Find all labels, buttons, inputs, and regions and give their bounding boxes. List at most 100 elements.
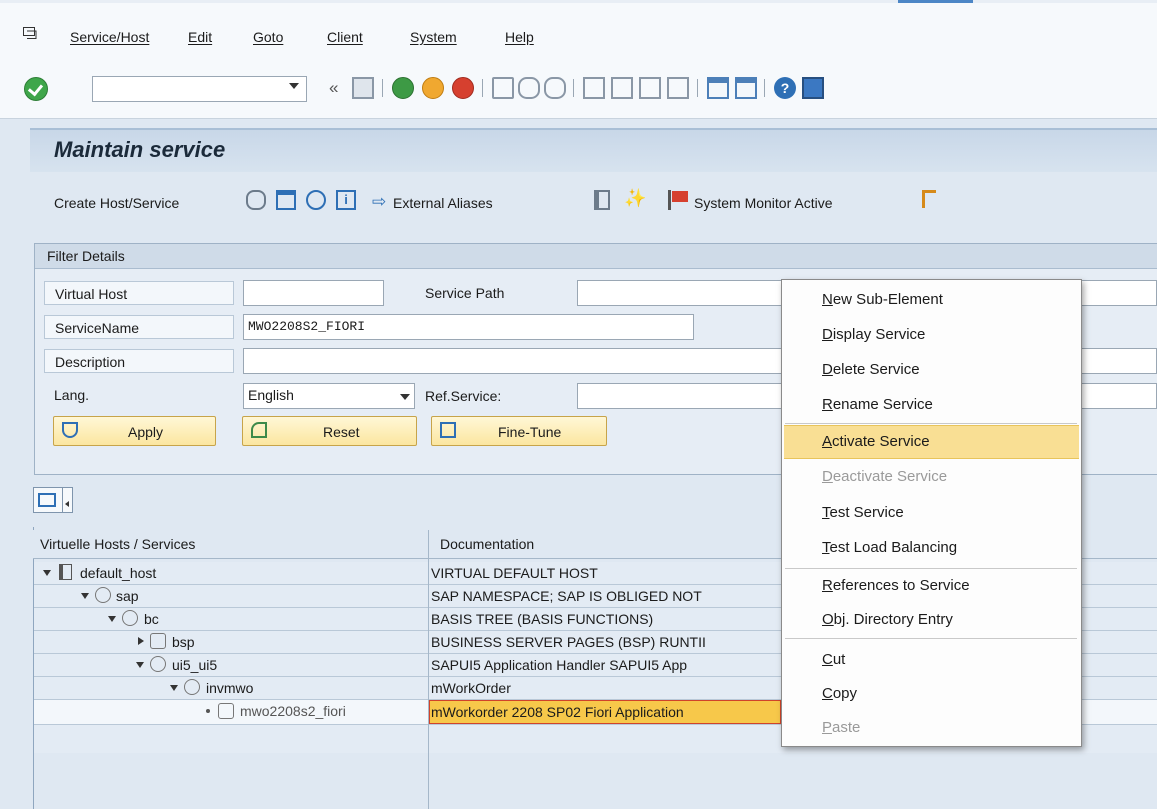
chevron-down-icon[interactable] xyxy=(65,501,69,507)
fine-tune-icon xyxy=(440,422,456,438)
virtual-host-label: Virtual Host xyxy=(44,281,234,305)
red-flag-icon[interactable] xyxy=(672,191,688,202)
tree-node-label: default_host xyxy=(80,565,157,581)
refresh-icon[interactable] xyxy=(306,190,326,210)
filter-details-title: Filter Details xyxy=(47,248,125,264)
tree-node-label: bsp xyxy=(172,634,195,650)
cancel-icon[interactable] xyxy=(452,77,474,99)
menu-service-host[interactable]: Service/Host xyxy=(70,29,149,45)
tree-doc-cell: mWorkorder 2208 SP02 Fiori Application xyxy=(431,704,684,720)
apply-button[interactable]: Apply xyxy=(53,416,216,446)
service-icon xyxy=(95,587,111,603)
page-title: Maintain service xyxy=(54,137,226,162)
external-aliases-button[interactable]: External Aliases xyxy=(393,195,493,211)
menu-item-test-load-balancing[interactable]: Test Load Balancing xyxy=(822,539,957,556)
leaf-bullet xyxy=(206,709,210,713)
menu-item-delete-service[interactable]: Delete Service xyxy=(822,361,920,378)
tree-node-label: mwo2208s2_fiori xyxy=(240,703,346,719)
service-path-label: Service Path xyxy=(425,285,505,301)
save-icon[interactable] xyxy=(352,77,374,99)
check-icon[interactable] xyxy=(24,77,48,101)
menu-item-references-to-service[interactable]: References to Service xyxy=(822,577,970,594)
customize-layout-icon[interactable] xyxy=(802,77,824,99)
tree-node-label: invmwo xyxy=(206,680,254,696)
collapse-icon[interactable]: « xyxy=(329,78,338,98)
menu-item-deactivate-service: Deactivate Service xyxy=(822,468,948,485)
menu-item-obj-directory-entry[interactable]: Obj. Directory Entry xyxy=(822,611,953,628)
fine-tune-button-label: Fine-Tune xyxy=(498,424,562,440)
expand-icon[interactable] xyxy=(81,593,89,599)
chevron-right-icon[interactable] xyxy=(138,637,144,645)
arrow-right-icon[interactable]: ⇨ xyxy=(372,192,386,212)
exit-icon[interactable] xyxy=(422,77,444,99)
menu-item-display-service[interactable]: Display Service xyxy=(822,326,925,343)
create-host-service-button[interactable]: Create Host/Service xyxy=(54,195,179,211)
language-select[interactable]: English xyxy=(243,383,415,409)
fine-tune-button[interactable]: Fine-Tune xyxy=(431,416,607,446)
expand-icon[interactable] xyxy=(136,662,144,668)
tree-doc-cell: VIRTUAL DEFAULT HOST xyxy=(431,565,598,581)
toolbar-separator xyxy=(697,79,698,97)
next-page-icon[interactable] xyxy=(639,77,661,99)
print-list-button[interactable] xyxy=(33,487,73,513)
menu-item-rename-service[interactable]: Rename Service xyxy=(822,396,933,413)
back-icon[interactable] xyxy=(392,77,414,99)
help-icon[interactable]: ? xyxy=(774,77,796,99)
shortcut-icon[interactable] xyxy=(735,77,757,99)
menu-item-test-service[interactable]: Test Service xyxy=(822,504,904,521)
filter-icon xyxy=(62,422,78,438)
ref-service-label: Ref.Service: xyxy=(425,388,502,404)
service-name-input[interactable]: MWO2208S2_FIORI xyxy=(243,314,694,340)
service-icon xyxy=(150,633,166,649)
system-menu-icon[interactable] xyxy=(23,27,37,39)
menu-item-new-sub-element[interactable]: New Sub-Element xyxy=(822,291,943,308)
service-icon xyxy=(218,703,234,719)
create-session-icon[interactable] xyxy=(707,77,729,99)
reset-button-label: Reset xyxy=(323,424,360,440)
tree-node-label: bc xyxy=(144,611,159,627)
service-icon xyxy=(184,679,200,695)
expand-icon[interactable] xyxy=(108,616,116,622)
previous-page-icon[interactable] xyxy=(611,77,633,99)
menu-bar xyxy=(0,0,1157,69)
menu-separator xyxy=(785,423,1077,424)
language-label: Lang. xyxy=(54,387,90,403)
chevron-down-icon[interactable] xyxy=(289,83,299,89)
expand-icon[interactable] xyxy=(43,570,51,576)
toolbar-separator xyxy=(482,79,483,97)
info-icon[interactable]: i xyxy=(336,190,356,210)
last-page-icon[interactable] xyxy=(667,77,689,99)
host-icon xyxy=(59,564,72,580)
menu-system[interactable]: System xyxy=(410,29,457,45)
magic-wand-icon[interactable]: ✨ xyxy=(624,188,646,209)
glasses-display-icon[interactable] xyxy=(246,190,266,210)
column-divider xyxy=(428,530,429,809)
column-header-hosts[interactable]: Virtuelle Hosts / Services xyxy=(40,536,195,552)
first-page-icon[interactable] xyxy=(583,77,605,99)
tree-doc-cell: SAPUI5 Application Handler SAPUI5 App xyxy=(431,657,688,673)
command-field[interactable] xyxy=(92,76,307,102)
menu-item-activate-service[interactable]: Activate Service xyxy=(822,433,930,450)
tree-node-label: ui5_ui5 xyxy=(172,657,218,673)
menu-goto[interactable]: Goto xyxy=(253,29,283,45)
reset-button[interactable]: Reset xyxy=(242,416,417,446)
column-header-documentation[interactable]: Documentation xyxy=(440,536,534,552)
menu-help[interactable]: Help xyxy=(505,29,534,45)
menu-client[interactable]: Client xyxy=(327,29,363,45)
menu-edit[interactable]: Edit xyxy=(188,29,212,45)
expand-icon[interactable] xyxy=(170,685,178,691)
notebook-icon[interactable] xyxy=(594,190,610,210)
menu-item-copy[interactable]: Copy xyxy=(822,685,857,702)
menu-item-cut[interactable]: Cut xyxy=(822,651,845,668)
find-next-icon[interactable] xyxy=(544,77,566,99)
chevron-down-icon[interactable] xyxy=(400,394,410,400)
print-icon[interactable] xyxy=(492,77,514,99)
find-icon[interactable] xyxy=(518,77,540,99)
delete-icon[interactable] xyxy=(276,190,296,210)
system-monitor-button[interactable]: System Monitor Active xyxy=(694,195,833,211)
flag-pole xyxy=(668,190,671,210)
service-icon xyxy=(150,656,166,672)
virtual-host-input[interactable] xyxy=(243,280,384,306)
hierarchy-icon[interactable] xyxy=(922,190,936,208)
tree-doc-cell: BASIS TREE (BASIS FUNCTIONS) xyxy=(431,611,654,627)
